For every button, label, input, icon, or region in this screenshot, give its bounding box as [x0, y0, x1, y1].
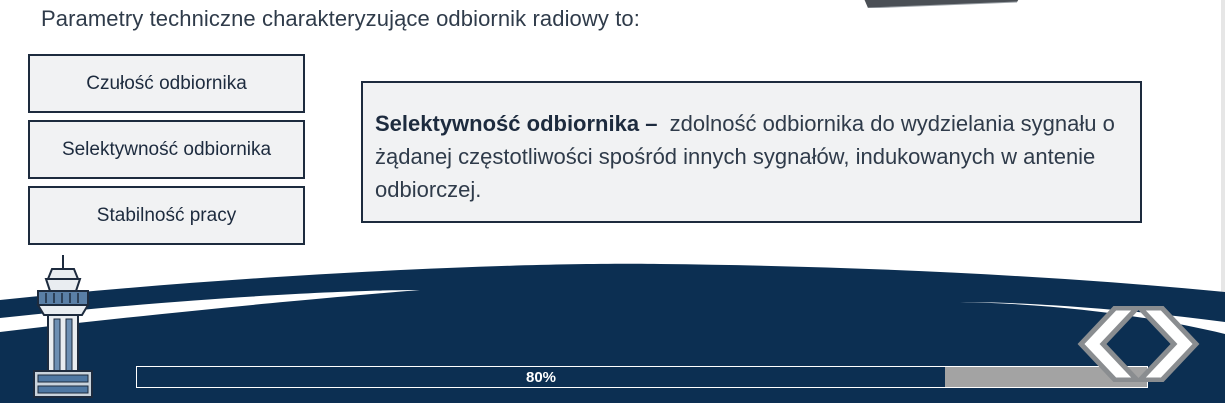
option-label: Stabilność pracy — [96, 204, 237, 226]
intro-text: Parametry techniczne charakteryzujące od… — [41, 6, 640, 31]
progress-label: 80% — [525, 368, 557, 386]
option-button-sensitivity[interactable]: Czułość odbiornika — [28, 54, 305, 113]
chevron-right-icon — [1134, 305, 1200, 383]
next-button[interactable] — [1134, 305, 1200, 383]
option-button-stability[interactable]: Stabilność pracy — [28, 186, 305, 245]
chevron-left-icon — [1077, 305, 1143, 383]
progress-bar: 80% — [136, 366, 1148, 388]
slide: Parametry techniczne charakteryzujące od… — [0, 0, 1225, 403]
option-label: Czułość odbiornika — [86, 72, 247, 94]
device-illustration-edge — [864, 0, 1019, 8]
definition-term: Selektywność odbiornika – — [375, 111, 658, 136]
option-label: Selektywność odbiornika — [61, 138, 272, 160]
option-button-selectivity[interactable]: Selektywność odbiornika — [28, 120, 305, 179]
definition-panel: Selektywność odbiornika – zdolność odbio… — [361, 81, 1142, 223]
previous-button[interactable] — [1077, 305, 1143, 383]
control-tower-illustration — [33, 255, 93, 398]
